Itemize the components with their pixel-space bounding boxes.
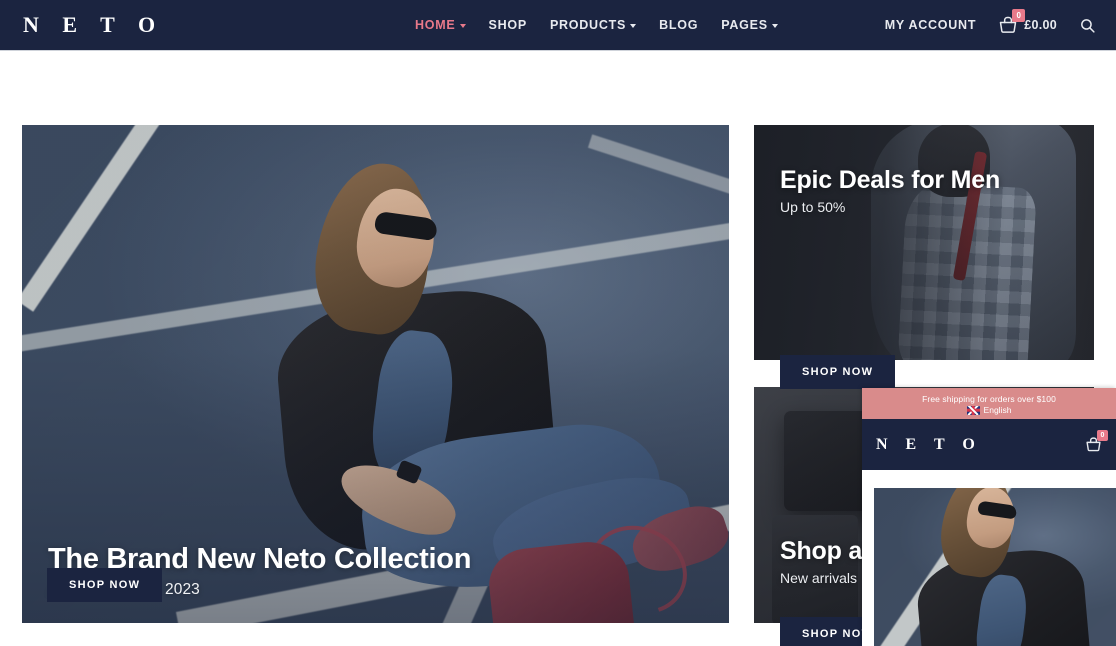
header-utilities: MY ACCOUNT 0 £0.00: [885, 9, 1096, 35]
hero-shop-now-button[interactable]: SHOP NOW: [47, 568, 163, 602]
promo-banner-men[interactable]: [754, 125, 1094, 360]
chevron-down-icon: [459, 24, 466, 28]
my-account-link[interactable]: MY ACCOUNT: [885, 18, 977, 32]
mobile-preview-language-selector[interactable]: English: [966, 405, 1012, 415]
nav-item-pages-label: PAGES: [721, 18, 768, 32]
search-icon[interactable]: [1079, 17, 1096, 34]
nav-item-products-label: PRODUCTS: [549, 18, 627, 32]
nav-item-shop-label: SHOP: [488, 18, 527, 32]
cart-badge: 0: [1012, 9, 1026, 22]
nav-item-blog-label: BLOG: [659, 18, 699, 32]
main-navigation: HOME SHOP PRODUCTS BLOG PAGES: [415, 18, 778, 32]
promo-men-scrim: [754, 125, 1094, 360]
mobile-preview-body: [862, 470, 1116, 646]
cart-widget[interactable]: 0 £0.00: [998, 9, 1057, 35]
mobile-preview-shipping-notice: Free shipping for orders over $100: [922, 394, 1056, 404]
promo-men-headline: Epic Deals for Men: [780, 166, 1001, 194]
mobile-preview-language-label: English: [983, 405, 1012, 415]
nav-item-shop[interactable]: SHOP: [489, 18, 527, 32]
promo-men-shop-now-button[interactable]: SHOP NOW: [780, 355, 896, 389]
site-header: N E T O HOME SHOP PRODUCTS BLOG PAGES MY…: [0, 0, 1116, 51]
mobile-preview-cart-badge: 0: [1097, 430, 1108, 441]
chevron-down-icon: [630, 24, 637, 28]
shopping-basket-icon: 0: [998, 9, 1026, 35]
nav-item-products[interactable]: PRODUCTS: [549, 18, 637, 32]
hero-banner[interactable]: The Brand New Neto Collection Autumn / W…: [22, 125, 729, 623]
mobile-preview-announcement-bar: Free shipping for orders over $100 Engli…: [862, 388, 1116, 419]
cart-total: £0.00: [1024, 18, 1057, 32]
nav-item-blog[interactable]: BLOG: [659, 18, 698, 32]
uk-flag-icon: [966, 405, 980, 415]
nav-item-home[interactable]: HOME: [415, 18, 466, 32]
mobile-preview-header: N E T O 0: [862, 419, 1116, 470]
mobile-preview-overlay[interactable]: Free shipping for orders over $100 Engli…: [862, 388, 1116, 646]
chevron-down-icon: [771, 24, 778, 28]
mobile-preview-logo[interactable]: N E T O: [876, 436, 982, 454]
promo-men-copy: Epic Deals for Men Up to 50%: [780, 166, 1000, 215]
nav-item-pages[interactable]: PAGES: [721, 18, 778, 32]
site-logo[interactable]: N E T O: [23, 12, 164, 38]
nav-item-home-label: HOME: [415, 18, 456, 32]
mobile-preview-cart-widget[interactable]: 0: [1085, 430, 1108, 453]
mobile-preview-hero-image[interactable]: [874, 488, 1116, 646]
promo-men-subline: Up to 50%: [780, 199, 846, 215]
